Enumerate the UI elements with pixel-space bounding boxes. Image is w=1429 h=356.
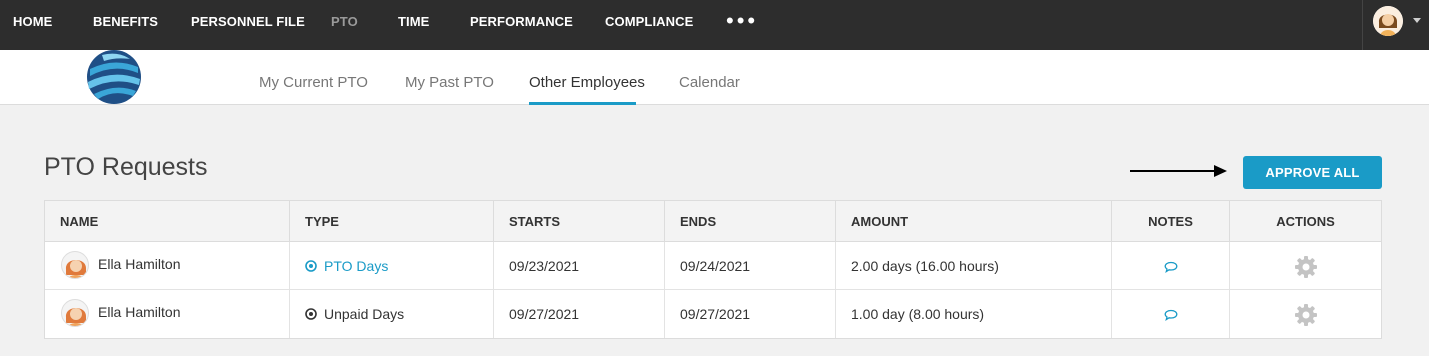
user-avatar-icon[interactable]	[1373, 6, 1403, 36]
nav-home[interactable]: HOME	[13, 14, 52, 29]
table-row[interactable]: Ella Hamilton PTO Days 09/23/2021 09/24/…	[45, 242, 1381, 290]
col-header-actions: ACTIONS	[1276, 214, 1335, 229]
col-header-name[interactable]: NAME	[45, 201, 290, 242]
notes-cell	[1112, 242, 1230, 290]
amount: 2.00 days (16.00 hours)	[836, 242, 1112, 290]
nav-compliance[interactable]: COMPLIANCE	[605, 14, 693, 29]
page-title: PTO Requests	[44, 153, 208, 181]
approve-all-button[interactable]: APPROVE ALL	[1243, 156, 1382, 189]
type-cell[interactable]: PTO Days	[290, 242, 494, 290]
user-menu[interactable]	[1362, 0, 1429, 50]
col-header-starts[interactable]: STARTS	[494, 201, 665, 242]
arrow-right-icon	[1130, 165, 1227, 177]
top-navigation: HOME BENEFITS PERSONNEL FILE PTO TIME PE…	[0, 0, 1429, 50]
nav-performance[interactable]: PERFORMANCE	[470, 14, 573, 29]
pto-type-link[interactable]: PTO Days	[324, 258, 388, 274]
notes-cell	[1112, 290, 1230, 338]
comment-icon[interactable]	[1164, 261, 1178, 274]
nav-pto[interactable]: PTO	[331, 14, 358, 29]
table-header: NAME TYPE STARTS ENDS AMOUNT NOTES ACTIO…	[45, 201, 1381, 242]
employee-avatar-icon	[61, 299, 89, 327]
gear-icon[interactable]	[1294, 303, 1318, 327]
type-cell: Unpaid Days	[290, 290, 494, 338]
pto-requests-table: NAME TYPE STARTS ENDS AMOUNT NOTES ACTIO…	[44, 200, 1382, 339]
nav-benefits[interactable]: BENEFITS	[93, 14, 158, 29]
col-header-ends[interactable]: ENDS	[665, 201, 836, 242]
end-date: 09/27/2021	[665, 290, 836, 338]
col-header-amount[interactable]: AMOUNT	[836, 201, 1112, 242]
chevron-down-icon[interactable]	[1413, 18, 1421, 23]
end-date: 09/24/2021	[665, 242, 836, 290]
name-cell: Ella Hamilton	[45, 242, 290, 290]
table-row[interactable]: Ella Hamilton Unpaid Days 09/27/2021 09/…	[45, 290, 1381, 338]
comment-icon[interactable]	[1164, 309, 1178, 322]
globe-logo[interactable]	[84, 49, 144, 105]
employee-name[interactable]: Ella Hamilton	[98, 288, 180, 336]
more-menu-icon[interactable]: •••	[726, 8, 758, 34]
nav-time[interactable]: TIME	[398, 14, 429, 29]
sub-navigation: My Current PTO My Past PTO Other Employe…	[0, 50, 1429, 105]
radio-target-icon	[305, 308, 317, 321]
employee-name[interactable]: Ella Hamilton	[98, 240, 180, 288]
start-date: 09/27/2021	[494, 290, 665, 338]
tab-my-current-pto[interactable]: My Current PTO	[259, 74, 368, 91]
start-date: 09/23/2021	[494, 242, 665, 290]
gear-icon[interactable]	[1294, 255, 1318, 279]
amount: 1.00 day (8.00 hours)	[836, 290, 1112, 338]
nav-personnel-file[interactable]: PERSONNEL FILE	[191, 14, 305, 29]
active-tab-indicator	[529, 102, 636, 105]
name-cell: Ella Hamilton	[45, 290, 290, 338]
tab-calendar[interactable]: Calendar	[679, 74, 740, 91]
tab-other-employees[interactable]: Other Employees	[529, 74, 645, 91]
actions-cell	[1230, 290, 1381, 338]
employee-avatar-icon	[61, 251, 89, 279]
col-header-notes: NOTES	[1112, 201, 1230, 242]
tab-my-past-pto[interactable]: My Past PTO	[405, 74, 494, 91]
actions-cell	[1230, 242, 1381, 290]
pto-type-label: Unpaid Days	[324, 306, 405, 322]
radio-target-icon	[305, 260, 317, 273]
col-header-type[interactable]: TYPE	[290, 201, 494, 242]
